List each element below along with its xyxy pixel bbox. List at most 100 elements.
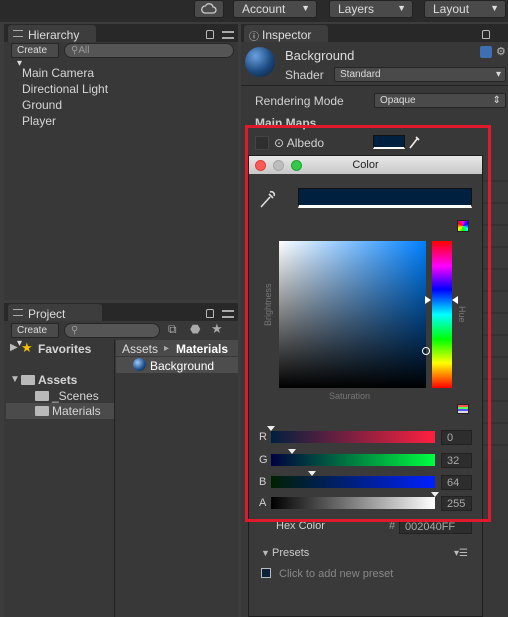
- hierarchy-panel: [4, 42, 238, 300]
- dropdown-arrow-icon: ▾: [495, 69, 501, 80]
- star-icon: ★: [21, 340, 33, 355]
- hierarchy-create-button[interactable]: Create ▾: [11, 43, 59, 69]
- tree-item-materials[interactable]: Materials: [52, 404, 101, 418]
- collapse-arrow-icon[interactable]: ▼: [10, 374, 20, 385]
- inspector-tab-label: Inspector: [262, 28, 312, 42]
- list-icon: [13, 30, 23, 37]
- file-item-background[interactable]: Background: [150, 359, 214, 373]
- inspector-rows-behind: [484, 160, 508, 460]
- folder-icon: [35, 406, 49, 416]
- slider-mode-toggle-icon[interactable]: [457, 404, 469, 414]
- brightness-label: Brightness: [263, 283, 273, 326]
- search-placeholder: All: [78, 45, 90, 56]
- account-dropdown[interactable]: Account ▼: [233, 0, 317, 18]
- green-slider-thumb[interactable]: [287, 449, 296, 454]
- help-book-icon[interactable]: [480, 46, 492, 58]
- albedo-texture-slot[interactable]: [255, 136, 269, 150]
- blue-slider[interactable]: [271, 476, 435, 488]
- hex-color-label: Hex Color: [276, 520, 325, 532]
- saturation-brightness-field[interactable]: [279, 241, 430, 388]
- tab-inspector[interactable]: ⓘ Inspector: [244, 25, 328, 43]
- rendering-mode-label: Rendering Mode: [255, 94, 344, 108]
- shader-label: Shader: [285, 68, 324, 82]
- folder-icon: [35, 391, 49, 401]
- channel-b-label: B: [259, 476, 267, 488]
- tree-item-favorites[interactable]: Favorites: [38, 342, 91, 356]
- current-color-preview: [298, 188, 472, 208]
- project-search-input[interactable]: ⚲: [64, 323, 160, 338]
- project-divider: [114, 340, 115, 617]
- presets-heading[interactable]: Presets: [272, 547, 309, 559]
- layers-label: Layers: [338, 2, 375, 16]
- folder-icon: [21, 375, 35, 385]
- hex-value-field[interactable]: 002040FF: [399, 519, 472, 534]
- lock-icon[interactable]: [206, 30, 214, 39]
- green-slider[interactable]: [271, 454, 435, 466]
- minimize-window-button[interactable]: [273, 160, 284, 171]
- presets-collapse-arrow-icon[interactable]: ▼: [261, 548, 270, 558]
- shader-dropdown[interactable]: Standard ▾: [334, 67, 506, 82]
- shader-value: Standard: [340, 69, 381, 80]
- project-create-button[interactable]: Create ▾: [11, 323, 59, 349]
- sv-cursor[interactable]: [422, 347, 430, 356]
- panel-menu-icon[interactable]: [222, 31, 234, 39]
- layers-dropdown[interactable]: Layers ▼: [329, 0, 413, 18]
- panel-menu-icon[interactable]: [222, 310, 234, 318]
- expand-arrow-icon[interactable]: ▶: [10, 342, 18, 353]
- red-slider[interactable]: [271, 431, 435, 443]
- breadcrumb-materials[interactable]: Materials: [176, 342, 228, 356]
- hue-marker-left[interactable]: [425, 296, 431, 304]
- material-sphere-icon: [133, 358, 146, 371]
- alpha-slider-thumb[interactable]: [431, 492, 439, 497]
- presets-menu-icon[interactable]: ▾☰: [454, 548, 468, 559]
- tree-item-scenes[interactable]: _Scenes: [52, 389, 99, 403]
- dropdown-arrow-icon: ▼: [301, 3, 310, 13]
- close-window-button[interactable]: [255, 160, 266, 171]
- red-slider-thumb[interactable]: [267, 426, 275, 431]
- alpha-slider[interactable]: [271, 497, 435, 509]
- hue-marker-right[interactable]: [452, 296, 458, 304]
- lock-icon[interactable]: [206, 309, 214, 318]
- hierarchy-item-ground[interactable]: Ground: [22, 98, 62, 112]
- tab-hierarchy[interactable]: Hierarchy: [8, 25, 96, 43]
- hierarchy-search-input[interactable]: ⚲All: [64, 43, 234, 58]
- blue-value-field[interactable]: 64: [441, 475, 472, 490]
- add-preset-hint[interactable]: Click to add new preset: [279, 568, 393, 580]
- color-picker-title: Color: [352, 159, 379, 171]
- dropdown-arrow-icon: ▼: [490, 3, 499, 13]
- red-value-field[interactable]: 0: [441, 430, 472, 445]
- eyedropper-icon[interactable]: [258, 188, 278, 210]
- hierarchy-item-main-camera[interactable]: Main Camera: [22, 66, 94, 80]
- tab-project[interactable]: Project: [8, 304, 102, 322]
- project-tab-label: Project: [28, 307, 66, 321]
- hue-slider[interactable]: [432, 241, 452, 388]
- color-mode-toggle-icon[interactable]: [457, 220, 469, 232]
- rendering-mode-dropdown[interactable]: Opaque ⇕: [374, 93, 506, 108]
- create-label: Create: [17, 45, 48, 56]
- albedo-color-swatch[interactable]: [373, 135, 405, 149]
- filter-label-icon[interactable]: ⬣: [190, 322, 200, 336]
- material-preview-sphere: [245, 47, 275, 77]
- zoom-window-button[interactable]: [291, 160, 302, 171]
- green-value-field[interactable]: 32: [441, 453, 472, 468]
- cloud-button[interactable]: [194, 0, 224, 18]
- hue-label: Hue: [457, 306, 467, 323]
- alpha-value-field[interactable]: 255: [441, 496, 472, 511]
- lock-icon[interactable]: [482, 30, 490, 39]
- preset-swatch-icon[interactable]: [261, 568, 271, 578]
- tree-item-assets[interactable]: Assets: [38, 373, 77, 387]
- hierarchy-item-player[interactable]: Player: [22, 114, 56, 128]
- eyedropper-icon[interactable]: [408, 134, 422, 150]
- color-picker-window: Color Brightness Saturation Hue R 0 G 32…: [248, 155, 483, 617]
- folder-list-icon: [13, 309, 23, 316]
- settings-gear-icon[interactable]: ⚙: [496, 45, 506, 58]
- create-label: Create: [17, 325, 48, 336]
- favorite-star-icon[interactable]: ★: [211, 321, 223, 337]
- filter-type-icon[interactable]: ⧉: [168, 322, 177, 337]
- blue-slider-thumb[interactable]: [308, 471, 316, 476]
- dropdown-arrow-icon: ⇕: [492, 95, 501, 106]
- layout-dropdown[interactable]: Layout ▼: [424, 0, 506, 18]
- cloud-icon: [201, 3, 217, 14]
- breadcrumb-assets[interactable]: Assets: [122, 342, 158, 356]
- hierarchy-item-directional-light[interactable]: Directional Light: [22, 82, 108, 96]
